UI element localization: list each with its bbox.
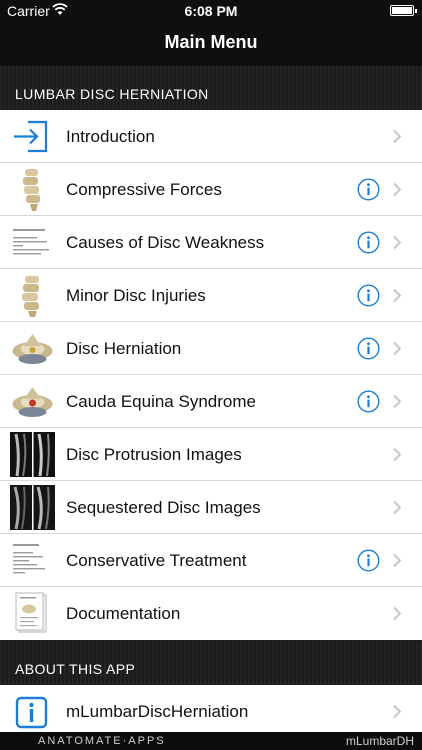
menu-list-lumbar: Introduction Compressive Forces Causes o… xyxy=(0,110,422,640)
enter-icon xyxy=(14,120,48,153)
menu-item-label: Introduction xyxy=(66,127,155,146)
menu-item-sequestered-disc-images[interactable]: Sequestered Disc Images xyxy=(0,481,422,534)
vertebra-thumbnail xyxy=(10,326,55,371)
document-thumbnail xyxy=(10,538,55,583)
chevron-right-icon xyxy=(393,704,402,719)
status-bar: Carrier 6:08 PM xyxy=(0,0,422,22)
app-name-label: mLumbarDH xyxy=(345,734,414,748)
menu-item-disc-herniation[interactable]: Disc Herniation xyxy=(0,322,422,375)
chevron-right-icon xyxy=(393,182,402,197)
info-icon xyxy=(15,696,48,729)
menu-item-label: Minor Disc Injuries xyxy=(66,286,206,305)
info-icon[interactable] xyxy=(357,284,380,307)
spine-thumbnail xyxy=(10,167,55,212)
chevron-right-icon xyxy=(393,394,402,409)
info-icon[interactable] xyxy=(357,231,380,254)
chevron-right-icon xyxy=(393,553,402,568)
section-header-label: ABOUT THIS APP xyxy=(15,661,136,677)
mri-thumbnail xyxy=(10,432,55,477)
menu-item-label: Compressive Forces xyxy=(66,180,222,199)
document-thumbnail xyxy=(10,220,55,265)
menu-item-label: Sequestered Disc Images xyxy=(66,498,261,517)
info-icon[interactable] xyxy=(357,178,380,201)
info-icon[interactable] xyxy=(357,390,380,413)
chevron-right-icon xyxy=(393,447,402,462)
menu-list-about: mLumbarDiscHerniation xyxy=(0,685,422,738)
menu-item-label: Causes of Disc Weakness xyxy=(66,233,265,252)
menu-item-documentation[interactable]: Documentation xyxy=(0,587,422,640)
menu-item-label: Documentation xyxy=(66,604,181,623)
menu-item-label: Conservative Treatment xyxy=(66,551,247,570)
menu-item-label: Disc Protrusion Images xyxy=(66,445,242,464)
menu-item-mlumbardischerniation[interactable]: mLumbarDiscHerniation xyxy=(0,685,422,738)
mri-thumbnail xyxy=(10,485,55,530)
info-icon[interactable] xyxy=(357,337,380,360)
menu-item-cauda-equina-syndrome[interactable]: Cauda Equina Syndrome xyxy=(0,375,422,428)
menu-item-conservative-treatment[interactable]: Conservative Treatment xyxy=(0,534,422,587)
status-time: 6:08 PM xyxy=(184,3,238,19)
page-title: Main Menu xyxy=(164,32,258,52)
menu-item-label: Cauda Equina Syndrome xyxy=(66,392,256,411)
vertebra-thumbnail xyxy=(10,379,55,424)
menu-item-introduction[interactable]: Introduction xyxy=(0,110,422,163)
brand-label: ANATOMATE·APPS xyxy=(38,735,166,747)
menu-item-compressive-forces[interactable]: Compressive Forces xyxy=(0,163,422,216)
chevron-right-icon xyxy=(393,606,402,621)
chevron-right-icon xyxy=(393,500,402,515)
menu-item-label: Disc Herniation xyxy=(66,339,182,358)
chevron-right-icon xyxy=(393,235,402,250)
chevron-right-icon xyxy=(393,129,402,144)
menu-item-minor-disc-injuries[interactable]: Minor Disc Injuries xyxy=(0,269,422,322)
menu-item-causes-of-disc-weakness[interactable]: Causes of Disc Weakness xyxy=(0,216,422,269)
menu-item-label: mLumbarDiscHerniation xyxy=(66,702,249,721)
menu-item-disc-protrusion-images[interactable]: Disc Protrusion Images xyxy=(0,428,422,481)
documentation-thumbnail xyxy=(10,591,55,636)
section-header-about-this-app: ABOUT THIS APP xyxy=(0,641,422,685)
section-header-label: LUMBAR DISC HERNIATION xyxy=(15,86,209,102)
info-icon[interactable] xyxy=(357,549,380,572)
chevron-right-icon xyxy=(393,341,402,356)
section-header-lumbar-disc-herniation: LUMBAR DISC HERNIATION xyxy=(0,66,422,110)
spine-thumbnail xyxy=(10,273,55,318)
footer-bar: ANATOMATE·APPS mLumbarDH xyxy=(0,732,422,750)
chevron-right-icon xyxy=(393,288,402,303)
navigation-bar: Carrier 6:08 PM Main Menu xyxy=(0,0,422,66)
battery-icon xyxy=(390,5,417,16)
